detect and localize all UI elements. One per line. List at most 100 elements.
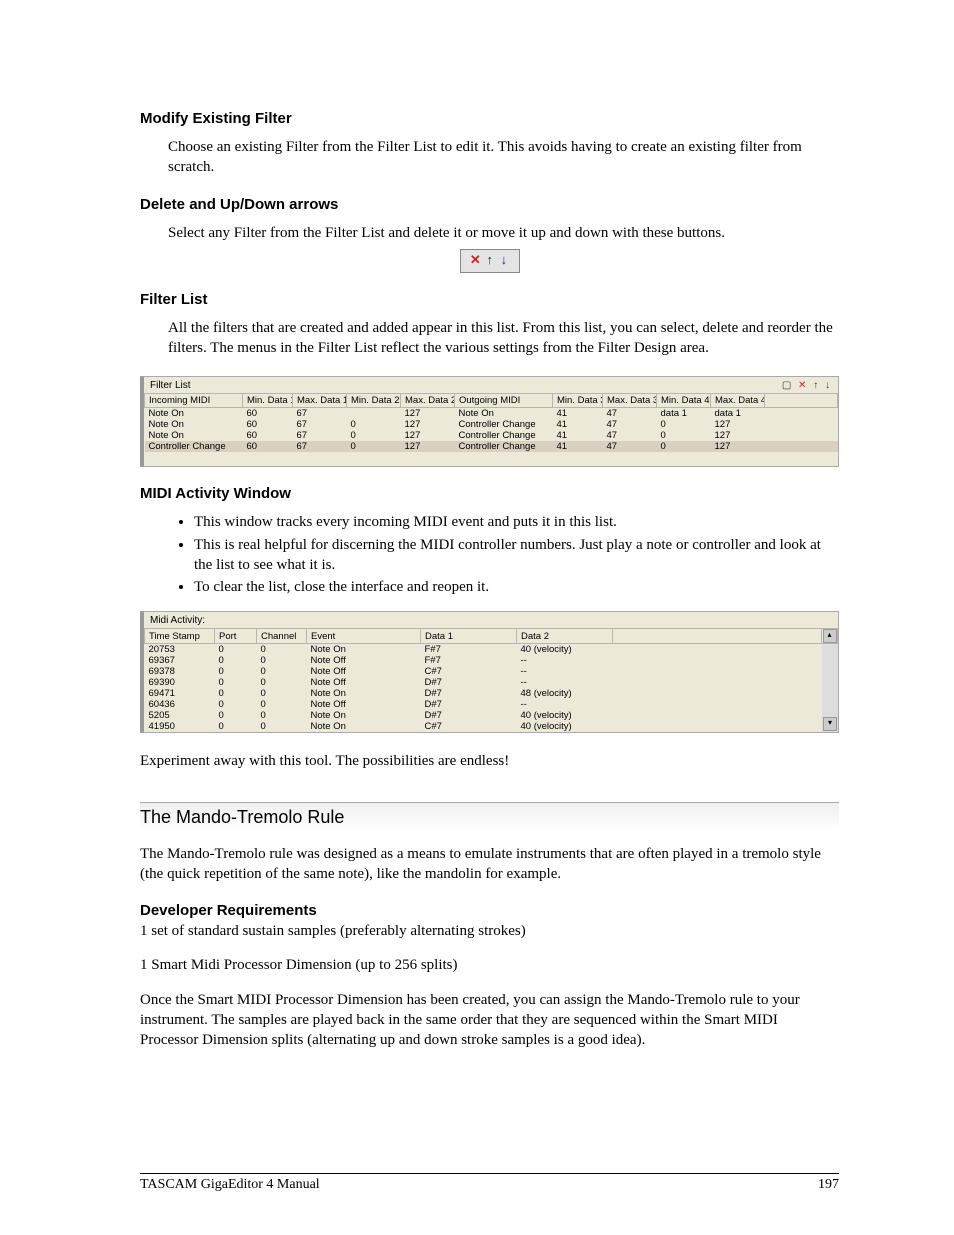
text-devreq-2: 1 Smart Midi Processor Dimension (up to … — [140, 955, 839, 975]
col-header[interactable]: Max. Data 2 — [401, 394, 455, 408]
table-row[interactable]: Controller Change60670127Controller Chan… — [145, 441, 838, 452]
table-row[interactable]: 4195000Note OnC#740 (velocity) — [145, 721, 838, 732]
bullet-item: This window tracks every incoming MIDI e… — [194, 512, 839, 532]
table-row[interactable]: 6043600Note OffD#7-- — [145, 699, 838, 710]
table-cell: 0 — [215, 699, 257, 710]
col-header[interactable]: Min. Data 4 — [657, 394, 711, 408]
table-cell: Controller Change — [455, 441, 553, 452]
arrow-down-icon[interactable]: ↓ — [825, 380, 832, 391]
table-cell: -- — [517, 655, 613, 666]
text-delete: Select any Filter from the Filter List a… — [168, 223, 839, 243]
arrow-up-icon[interactable]: ↑ — [813, 380, 820, 391]
table-cell: data 1 — [657, 408, 711, 420]
delete-updown-button-figure: ✕ ↑ ↓ — [460, 249, 520, 273]
table-cell: D#7 — [421, 710, 517, 721]
table-cell: Note On — [307, 688, 421, 699]
table-cell: Note On — [145, 408, 243, 420]
col-header — [765, 394, 838, 408]
table-cell: 127 — [401, 408, 455, 420]
col-header[interactable]: Outgoing MIDI — [455, 394, 553, 408]
table-cell: 40 (velocity) — [517, 710, 613, 721]
table-row[interactable]: 2075300Note OnF#740 (velocity) — [145, 644, 838, 656]
table-cell: 20753 — [145, 644, 215, 656]
table-cell: 47 — [603, 408, 657, 420]
table-cell: F#7 — [421, 655, 517, 666]
table-cell: 0 — [215, 666, 257, 677]
table-cell: 0 — [257, 721, 307, 732]
table-cell: -- — [517, 666, 613, 677]
table-cell: 0 — [215, 677, 257, 688]
table-cell: Note Off — [307, 655, 421, 666]
table-cell: 67 — [293, 408, 347, 420]
scrollbar-track[interactable] — [822, 699, 838, 710]
table-cell: 0 — [257, 688, 307, 699]
table-cell: 0 — [215, 644, 257, 656]
delete-icon: ✕ — [470, 252, 481, 267]
table-cell: 0 — [347, 441, 401, 452]
col-header[interactable]: Max. Data 4 — [711, 394, 765, 408]
text-experiment: Experiment away with this tool. The poss… — [140, 751, 839, 771]
table-cell: 0 — [347, 430, 401, 441]
table-cell: Note On — [145, 430, 243, 441]
col-header[interactable]: Min. Data 3 — [553, 394, 603, 408]
table-row[interactable]: 6936700Note OffF#7-- — [145, 655, 838, 666]
table-cell: 60 — [243, 408, 293, 420]
table-cell: Note Off — [307, 677, 421, 688]
scrollbar-track[interactable] — [822, 666, 838, 677]
col-header[interactable]: Event — [307, 629, 421, 644]
heading-midi: MIDI Activity Window — [140, 485, 839, 502]
table-cell: 0 — [257, 677, 307, 688]
table-cell: 0 — [215, 710, 257, 721]
table-row[interactable]: Note On60670127Controller Change41470127 — [145, 430, 838, 441]
scrollbar-track[interactable] — [822, 688, 838, 699]
table-cell: 0 — [657, 430, 711, 441]
table-cell: 41 — [553, 441, 603, 452]
col-header[interactable]: Min. Data 2 — [347, 394, 401, 408]
col-header[interactable]: Time Stamp — [145, 629, 215, 644]
text-modify: Choose an existing Filter from the Filte… — [168, 137, 839, 178]
scroll-down-icon[interactable]: ▾ — [823, 717, 837, 731]
table-cell: F#7 — [421, 644, 517, 656]
table-cell: Controller Change — [145, 441, 243, 452]
table-row[interactable]: 6939000Note OffD#7-- — [145, 677, 838, 688]
col-header[interactable]: Data 2 — [517, 629, 613, 644]
table-row[interactable]: 6947100Note OnD#748 (velocity) — [145, 688, 838, 699]
table-cell: 60436 — [145, 699, 215, 710]
scroll-up-icon[interactable]: ▴ — [823, 629, 837, 643]
table-cell: 0 — [215, 655, 257, 666]
table-cell: 127 — [711, 441, 765, 452]
table-row[interactable]: Note On60670127Controller Change41470127 — [145, 419, 838, 430]
table-cell: 69378 — [145, 666, 215, 677]
table-cell: D#7 — [421, 688, 517, 699]
col-header[interactable]: Data 1 — [421, 629, 517, 644]
table-row[interactable]: 520500Note OnD#740 (velocity) — [145, 710, 838, 721]
table-cell: C#7 — [421, 721, 517, 732]
table-cell: 41 — [553, 408, 603, 420]
page-footer: TASCAM GigaEditor 4 Manual 197 — [140, 1173, 839, 1193]
new-icon[interactable]: ▢ — [782, 380, 793, 391]
scrollbar-track[interactable] — [822, 677, 838, 688]
table-cell: D#7 — [421, 677, 517, 688]
scrollbar-track[interactable] — [822, 644, 838, 656]
scrollbar-track[interactable] — [822, 655, 838, 666]
table-cell: 40 (velocity) — [517, 721, 613, 732]
midi-bullets: This window tracks every incoming MIDI e… — [194, 512, 839, 597]
col-header[interactable]: Max. Data 1 — [293, 394, 347, 408]
col-header[interactable]: Port — [215, 629, 257, 644]
table-row[interactable]: Note On6067127Note On4147data 1data 1 — [145, 408, 838, 420]
filter-list-panel: Filter List ▢ ✕ ↑ ↓ Incoming MIDI Min. D… — [140, 376, 839, 467]
col-header[interactable]: Min. Data 1 — [243, 394, 293, 408]
col-header[interactable]: Channel — [257, 629, 307, 644]
table-cell: 41 — [553, 419, 603, 430]
table-cell: 47 — [603, 430, 657, 441]
table-cell — [347, 408, 401, 420]
table-cell: -- — [517, 677, 613, 688]
col-header[interactable]: Incoming MIDI — [145, 394, 243, 408]
table-cell: 0 — [257, 666, 307, 677]
table-cell: Note On — [307, 721, 421, 732]
table-row[interactable]: 6937800Note OffC#7-- — [145, 666, 838, 677]
col-header[interactable]: Max. Data 3 — [603, 394, 657, 408]
table-cell: Note Off — [307, 666, 421, 677]
delete-icon[interactable]: ✕ — [798, 380, 808, 391]
table-cell: 41950 — [145, 721, 215, 732]
